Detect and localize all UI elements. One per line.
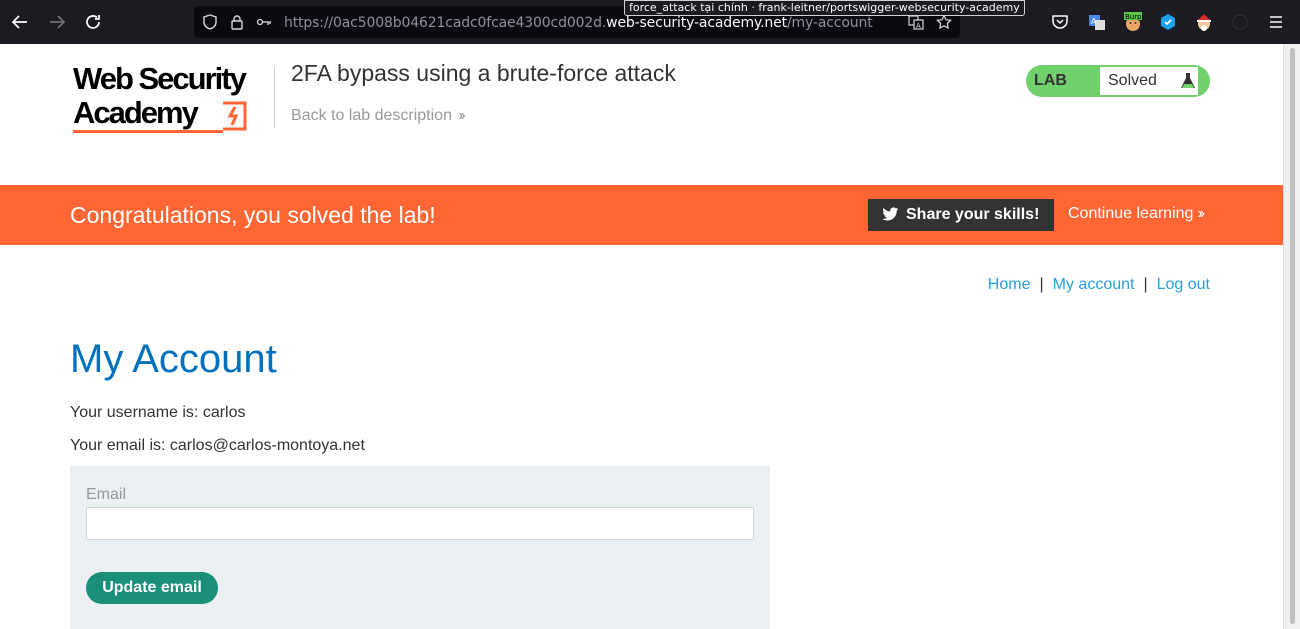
bookmark-star-icon[interactable] [936,14,952,30]
shield-icon[interactable] [202,14,218,30]
logo-underline [73,130,223,133]
email-field[interactable] [86,507,754,540]
browser-toolbar: https://0ac5008b04621cadc0fcae4300cd002d… [0,0,1300,44]
santa-extension-icon[interactable] [1194,12,1214,32]
translate-extension-icon[interactable]: A [1087,12,1107,32]
continue-learning-link[interactable]: Continue learning ›› [1068,205,1205,223]
update-email-button[interactable]: Update email [86,572,218,604]
congratulations-message: Congratulations, you solved the lab! [70,202,436,228]
burp-extension-icon[interactable]: Burp [1123,12,1143,32]
cube-extension-icon[interactable] [1158,12,1178,32]
pocket-icon[interactable] [1050,12,1070,32]
academy-logo[interactable]: Web Security Academy [73,62,273,137]
reload-icon[interactable] [83,12,103,32]
lab-status-badge: LAB Solved [1026,65,1210,97]
back-to-lab-description-link[interactable]: Back to lab description ›› [291,107,465,125]
header-divider [274,66,275,128]
flask-icon [1181,73,1195,88]
link-tooltip: force_attack tại chính · frank-leitner/p… [624,0,1025,16]
update-email-form: Email Update email [70,466,770,629]
translate-icon[interactable]: A [908,14,924,30]
account-nav: Home | My account | Log out [988,276,1210,294]
svg-text:A: A [1091,17,1097,26]
share-skills-button[interactable]: Share your skills! [868,199,1054,231]
double-chevron-right-icon: ›› [1197,205,1204,222]
home-link[interactable]: Home [988,276,1031,293]
svg-text:A: A [916,22,921,30]
nav-separator: | [1143,276,1148,293]
email-field-label: Email [86,486,127,503]
log-out-link[interactable]: Log out [1157,276,1210,293]
permissions-icon[interactable] [256,14,272,30]
back-arrow-icon[interactable] [10,12,30,32]
email-text: Your email is: carlos@carlos-montoya.net [70,437,365,454]
twitter-icon [882,207,899,221]
my-account-link[interactable]: My account [1053,276,1135,293]
lab-badge-label: LAB [1034,72,1067,89]
account-icon[interactable] [1230,12,1250,32]
logo-bolt-icon [223,101,247,131]
username-text: Your username is: carlos [70,404,246,421]
scrollbar-thumb[interactable] [1290,48,1295,624]
svg-text:Burp: Burp [1125,13,1142,21]
forward-arrow-icon[interactable] [47,12,67,32]
page-title: My Account [70,337,277,381]
nav-separator: | [1039,276,1044,293]
lock-icon[interactable] [229,14,245,30]
page-scrollbar[interactable] [1283,44,1300,629]
lab-title: 2FA bypass using a brute-force attack [291,60,676,86]
double-chevron-right-icon: ›› [457,107,465,124]
menu-icon[interactable] [1266,12,1286,32]
url-text[interactable]: https://0ac5008b04621cadc0fcae4300cd002d… [284,15,873,31]
lab-status-text: Solved [1108,72,1157,89]
solved-banner: Congratulations, you solved the lab! Sha… [0,185,1283,245]
